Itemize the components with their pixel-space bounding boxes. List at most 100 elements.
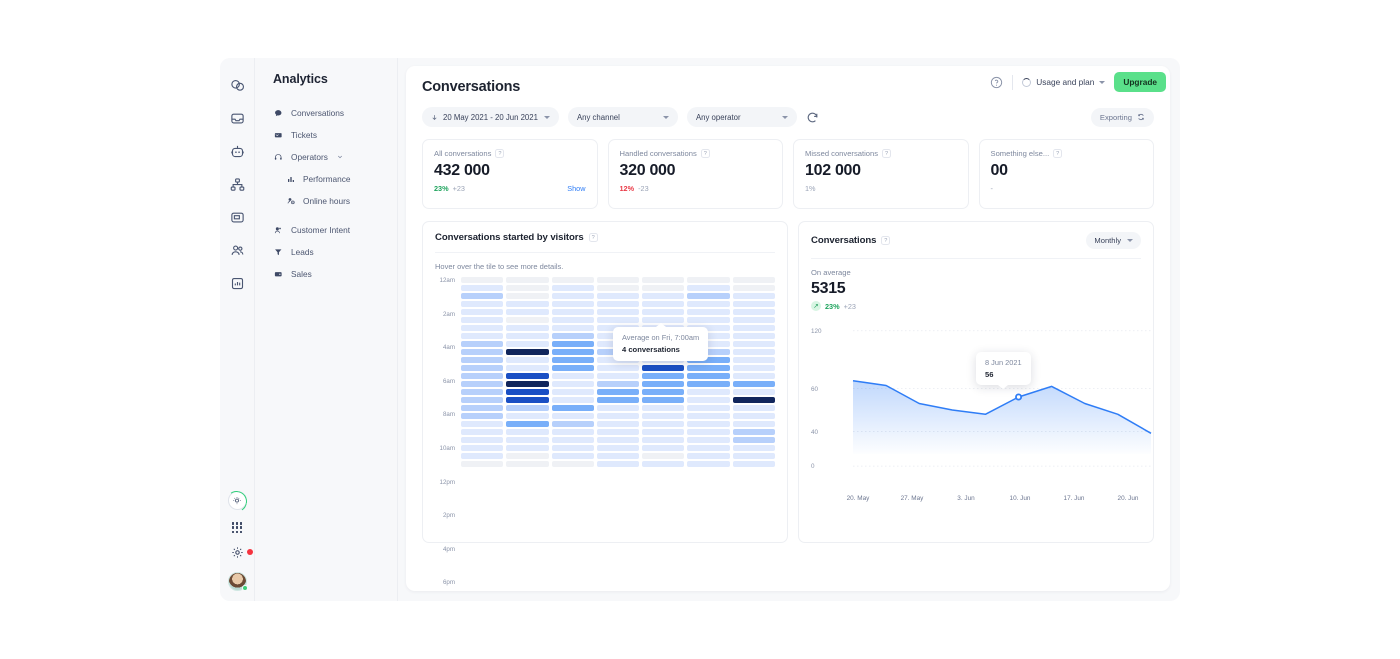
users-icon[interactable]: [226, 239, 248, 261]
help-tooltip-icon[interactable]: ?: [700, 149, 710, 158]
heatmap-cell[interactable]: [732, 388, 775, 395]
heatmap-cell[interactable]: [551, 292, 594, 300]
heatmap-cell[interactable]: [642, 380, 685, 387]
heatmap-cell[interactable]: [732, 428, 775, 435]
heatmap-cell[interactable]: [506, 380, 549, 387]
lightbulb-idea-icon[interactable]: [227, 491, 247, 511]
heatmap-cell[interactable]: [732, 412, 775, 419]
heatmap-cell[interactable]: [461, 404, 504, 411]
heatmap-cell[interactable]: [551, 308, 594, 316]
heatmap-cell[interactable]: [461, 292, 504, 300]
heatmap-cell[interactable]: [596, 364, 640, 371]
heatmap-cell[interactable]: [506, 300, 549, 308]
heatmap-cell[interactable]: [642, 277, 685, 284]
heatmap-cell[interactable]: [461, 340, 504, 347]
heatmap-cell[interactable]: [687, 300, 730, 308]
heatmap-cell[interactable]: [461, 348, 504, 355]
heatmap-cell[interactable]: [642, 300, 685, 308]
heatmap-cell[interactable]: [461, 388, 504, 395]
heatmap-cell[interactable]: [596, 444, 640, 451]
apps-grid-icon[interactable]: [231, 522, 243, 533]
heatmap-cell[interactable]: [732, 340, 775, 347]
heatmap-cell[interactable]: [461, 444, 504, 451]
heatmap-cell[interactable]: [687, 420, 730, 427]
help-tooltip-icon[interactable]: ?: [1053, 149, 1063, 158]
heatmap-cell[interactable]: [596, 452, 640, 459]
sidebar-item-conversations[interactable]: Conversations: [273, 102, 397, 124]
heatmap-cell[interactable]: [461, 356, 504, 363]
heatmap-cell[interactable]: [506, 364, 549, 371]
heatmap-cell[interactable]: [687, 316, 730, 324]
line-chart-svg[interactable]: [831, 319, 1155, 491]
heatmap-cell[interactable]: [642, 404, 685, 411]
heatmap-cell[interactable]: [642, 372, 685, 379]
heatmap-cell[interactable]: [596, 460, 640, 467]
heatmap-cell[interactable]: [506, 324, 549, 331]
heatmap-cell[interactable]: [551, 436, 594, 443]
heatmap-cell[interactable]: [506, 436, 549, 443]
heatmap-cell[interactable]: [551, 284, 594, 292]
operator-filter-dropdown[interactable]: Any operator: [686, 107, 797, 127]
heatmap-cell[interactable]: [551, 388, 594, 395]
heatmap-cell[interactable]: [506, 332, 549, 339]
heatmap-cell[interactable]: [642, 436, 685, 443]
heatmap-cell[interactable]: [687, 452, 730, 459]
heatmap-cell[interactable]: [687, 292, 730, 300]
heatmap-cell[interactable]: [461, 284, 504, 292]
heatmap-cell[interactable]: [732, 356, 775, 363]
heatmap-cell[interactable]: [461, 452, 504, 459]
usage-and-plan-dropdown[interactable]: Usage and plan: [1022, 77, 1106, 87]
sidebar-item-tickets[interactable]: Tickets: [273, 124, 397, 146]
heatmap-cell[interactable]: [642, 412, 685, 419]
heatmap-cell[interactable]: [642, 460, 685, 467]
avatar[interactable]: [227, 572, 248, 591]
heatmap-cell[interactable]: [596, 412, 640, 419]
heatmap-cell[interactable]: [732, 324, 775, 331]
heatmap-cell[interactable]: [461, 316, 504, 324]
sidebar-item-customer-intent[interactable]: Customer Intent: [273, 219, 397, 241]
heatmap-cell[interactable]: [551, 332, 594, 339]
heatmap-cell[interactable]: [551, 420, 594, 427]
sidebar-item-leads[interactable]: Leads: [273, 241, 397, 263]
heatmap-cell[interactable]: [596, 300, 640, 308]
heatmap-cell[interactable]: [687, 372, 730, 379]
heatmap-cell[interactable]: [551, 277, 594, 284]
heatmap-cell[interactable]: [506, 292, 549, 300]
heatmap-cell[interactable]: [642, 420, 685, 427]
help-tooltip-icon[interactable]: ?: [588, 233, 598, 242]
heatmap-cell[interactable]: [596, 380, 640, 387]
heatmap-cell[interactable]: [461, 428, 504, 435]
heatmap-cell[interactable]: [642, 444, 685, 451]
heatmap-cell[interactable]: [596, 388, 640, 395]
exporting-status-button[interactable]: Exporting: [1090, 107, 1154, 127]
heatmap-cell[interactable]: [732, 277, 775, 284]
upgrade-button[interactable]: Upgrade: [1114, 72, 1166, 92]
heatmap-cell[interactable]: [596, 396, 640, 403]
heatmap-cell[interactable]: [551, 356, 594, 363]
chevron-down-icon[interactable]: [337, 154, 343, 160]
heatmap-cell[interactable]: [506, 340, 549, 347]
mail-open-icon[interactable]: [226, 206, 248, 228]
heatmap-cell[interactable]: [596, 277, 640, 284]
heatmap-cell[interactable]: [506, 420, 549, 427]
heatmap-cell[interactable]: [732, 396, 775, 403]
heatmap-cell[interactable]: [506, 356, 549, 363]
refresh-icon[interactable]: [806, 111, 819, 124]
heatmap-cell[interactable]: [461, 372, 504, 379]
heatmap-cell[interactable]: [732, 372, 775, 379]
heatmap-cell[interactable]: [506, 388, 549, 395]
heatmap-cell[interactable]: [551, 372, 594, 379]
heatmap-cell[interactable]: [687, 308, 730, 316]
heatmap-cell[interactable]: [687, 444, 730, 451]
heatmap-cell[interactable]: [461, 324, 504, 331]
heatmap-cell[interactable]: [732, 444, 775, 451]
heatmap-cell[interactable]: [461, 300, 504, 308]
channel-filter-dropdown[interactable]: Any channel: [567, 107, 678, 127]
heatmap-cell[interactable]: [687, 277, 730, 284]
heatmap-cell[interactable]: [506, 316, 549, 324]
help-tooltip-icon[interactable]: ?: [881, 236, 891, 245]
sidebar-item-operators[interactable]: Operators: [273, 146, 397, 168]
heatmap-cell[interactable]: [732, 452, 775, 459]
heatmap-cell[interactable]: [506, 396, 549, 403]
heatmap-cell[interactable]: [687, 284, 730, 292]
